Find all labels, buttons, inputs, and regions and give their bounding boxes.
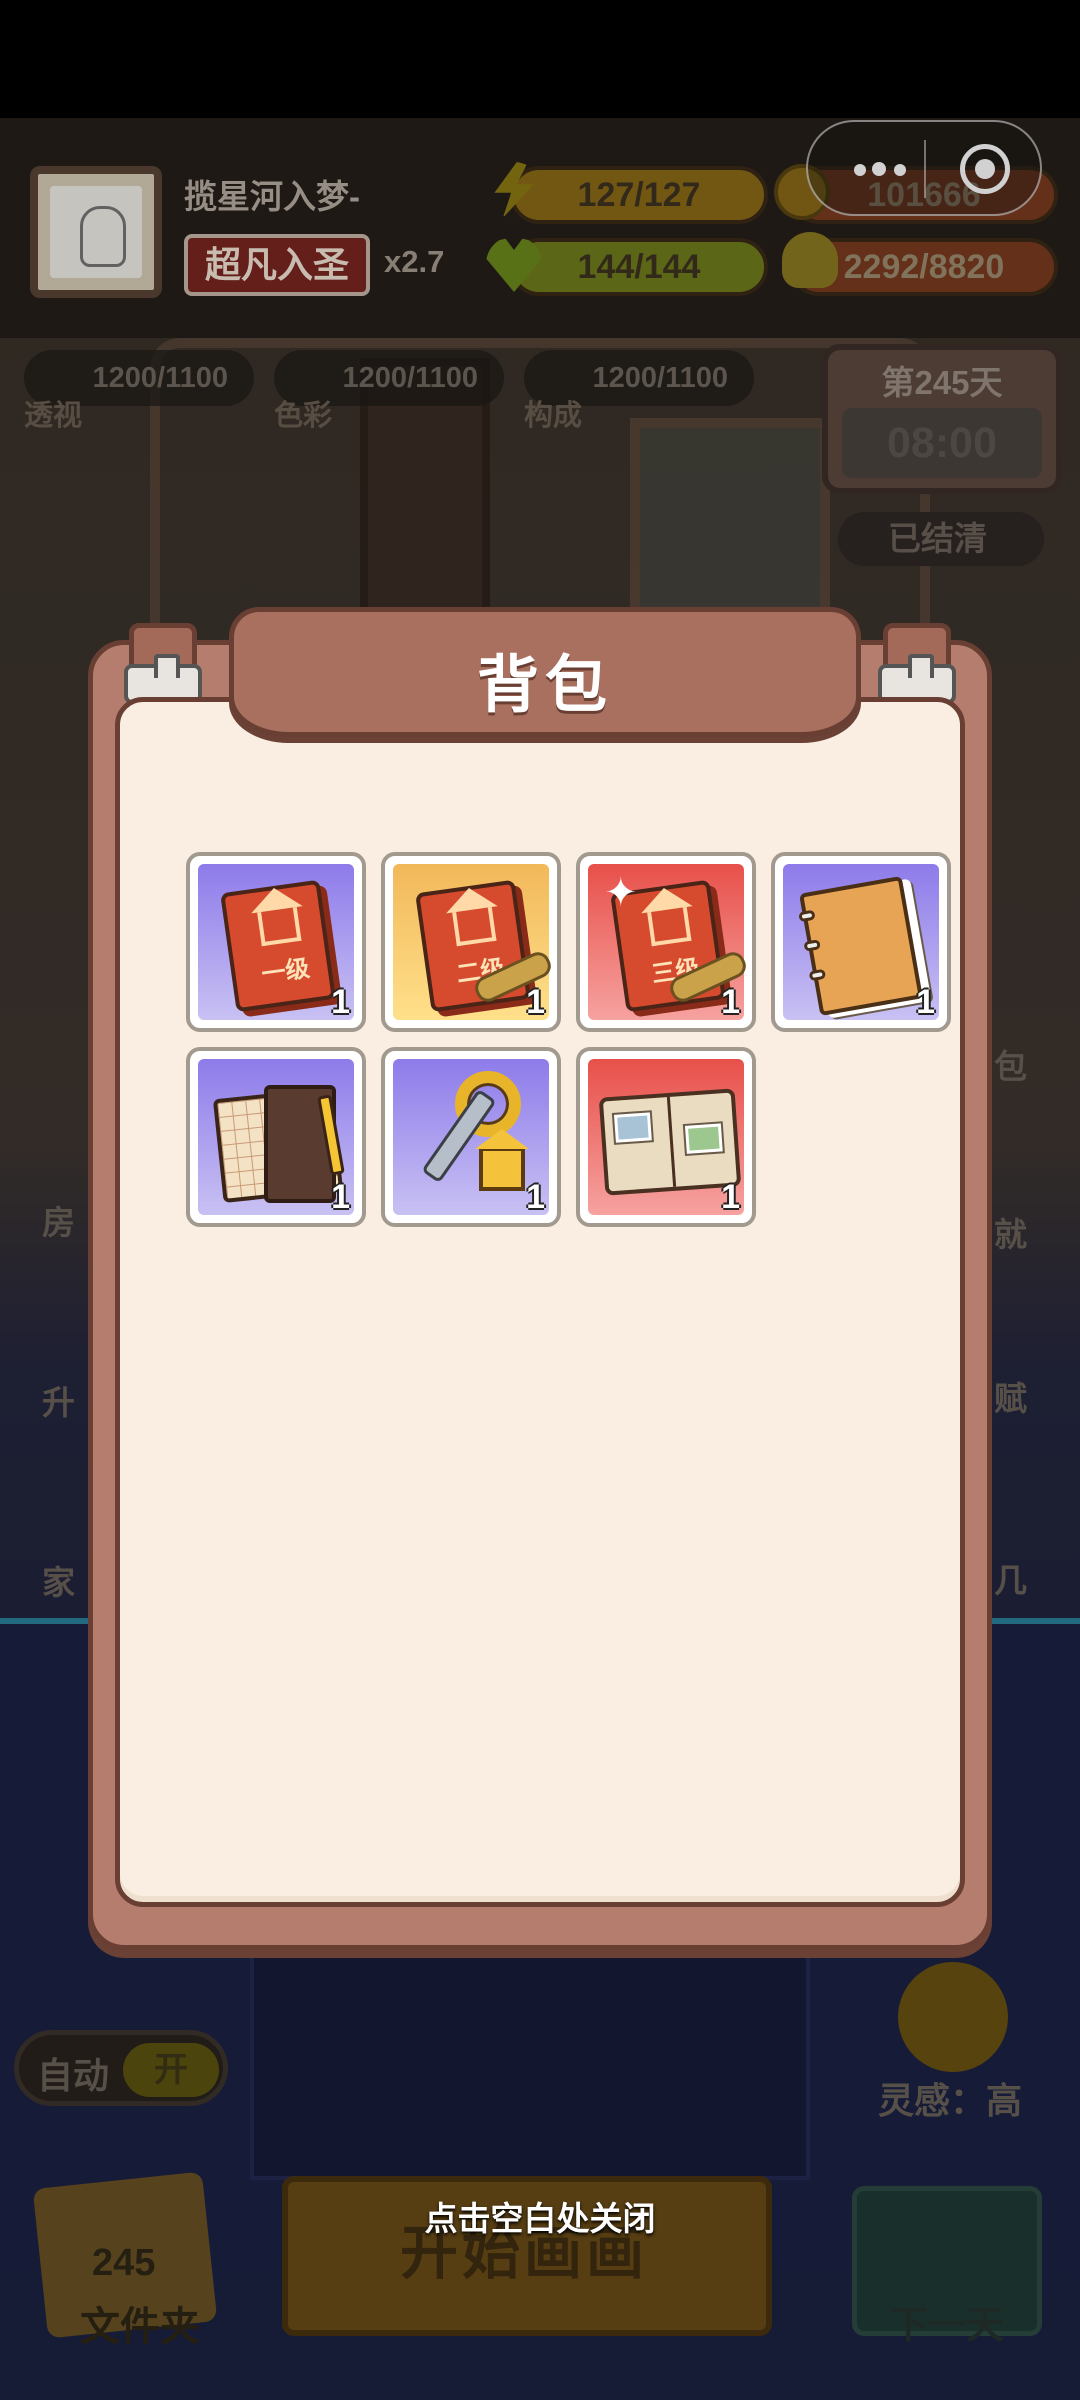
house-icon [647,907,692,947]
house-book-icon: 二级 [415,879,531,1013]
photo-album-icon [598,1088,742,1196]
item-slot[interactable]: 一级 1 [186,852,366,1032]
item-quantity: 1 [721,983,740,1021]
house-icon [452,907,497,947]
item-quantity: 1 [331,983,350,1021]
item-slot[interactable]: 1 [186,1047,366,1227]
item-quantity: 1 [916,983,935,1021]
sparkle-icon: ✦ [604,871,638,915]
house-book-icon: 一级 [220,879,336,1013]
backpack-panel: 一级 1 二级 1 三级 ✦ 1 1 1 1 1 [115,697,965,1907]
item-quantity: 1 [526,1178,545,1216]
item-slot[interactable]: 二级 1 [381,852,561,1032]
item-slot[interactable]: 1 [771,852,951,1032]
item-quantity: 1 [331,1178,350,1216]
item-quantity: 1 [526,983,545,1021]
house-icon [257,907,302,947]
house-tag-icon [475,1129,529,1191]
dialog-title: 背包 [476,651,613,720]
book-level-label: 一级 [260,954,312,989]
backpack-dialog: 一级 1 二级 1 三级 ✦ 1 1 1 1 1 背包 [88,607,992,1950]
item-quantity: 1 [721,1178,740,1216]
item-slot[interactable]: 1 [381,1047,561,1227]
tap-to-close-hint: 点击空白处关闭 [424,2200,656,2237]
title-banner: 背包 [229,607,861,737]
notebook-icon [798,875,923,1017]
item-slot[interactable]: 三级 ✦ 1 [576,852,756,1032]
item-slot[interactable]: 1 [576,1047,756,1227]
